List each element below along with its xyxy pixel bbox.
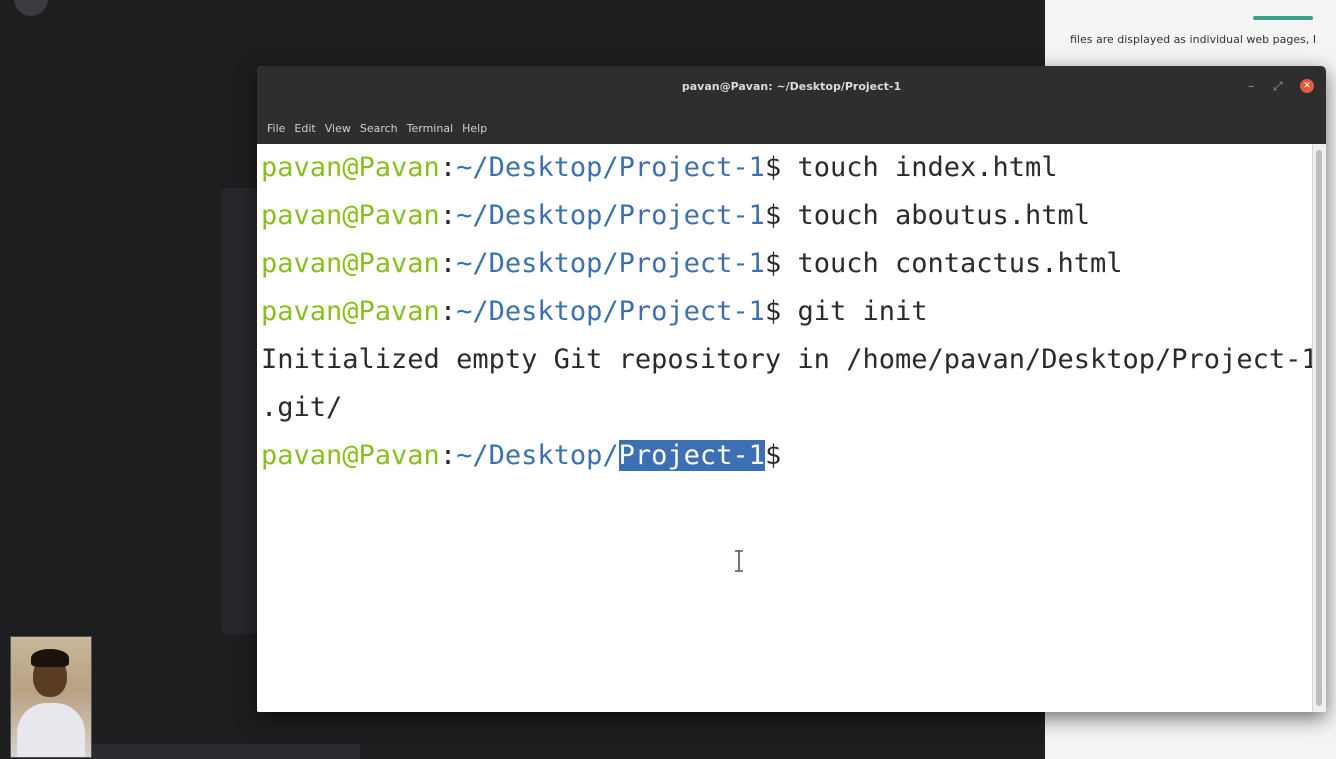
presenter-hair xyxy=(31,649,69,667)
scrollbar-thumb[interactable] xyxy=(1316,150,1322,706)
prompt-user: pavan@Pavan xyxy=(261,296,440,327)
menu-help[interactable]: Help xyxy=(462,122,487,135)
scrollbar[interactable] xyxy=(1312,144,1326,712)
prompt-symbol: $ xyxy=(764,296,782,327)
background-strip xyxy=(90,744,360,759)
terminal-window[interactable]: pavan@Pavan: ~/Desktop/Project-1 – ⤢ ✕ F… xyxy=(257,66,1326,712)
prompt-user: pavan@Pavan xyxy=(261,152,440,183)
prompt-separator: : xyxy=(439,440,457,471)
menu-bar: File Edit View Search Terminal Help xyxy=(257,110,1326,144)
prompt-path-prefix: ~/Desktop/ xyxy=(456,440,619,471)
prompt-separator: : xyxy=(439,248,457,279)
terminal-titlebar[interactable]: pavan@Pavan: ~/Desktop/Project-1 – ⤢ ✕ xyxy=(257,66,1326,110)
prompt-separator: : xyxy=(439,152,457,183)
prompt-separator: : xyxy=(439,296,457,327)
accent-line xyxy=(1253,16,1313,20)
menu-search[interactable]: Search xyxy=(360,122,398,135)
presenter-webcam xyxy=(10,636,92,758)
prompt-user: pavan@Pavan xyxy=(261,248,440,279)
command-text: touch aboutus.html xyxy=(781,200,1091,231)
current-prompt-line: pavan@Pavan:~/Desktop/Project-1$ xyxy=(261,432,1312,480)
selected-text[interactable]: Project-1 xyxy=(618,440,765,471)
prompt-path: ~/Desktop/Project-1 xyxy=(456,248,765,279)
terminal-line: pavan@Pavan:~/Desktop/Project-1$ touch c… xyxy=(261,240,1312,288)
prompt-symbol: $ xyxy=(764,152,782,183)
minimize-icon[interactable]: – xyxy=(1248,80,1254,92)
prompt-symbol: $ xyxy=(764,248,782,279)
menu-terminal[interactable]: Terminal xyxy=(407,122,454,135)
prompt-separator: : xyxy=(439,200,457,231)
command-text: touch index.html xyxy=(781,152,1058,183)
web-page-text: files are displayed as individual web pa… xyxy=(1070,33,1317,46)
prompt-user: pavan@Pavan xyxy=(261,440,440,471)
text-cursor-icon xyxy=(735,550,743,572)
maximize-icon[interactable]: ⤢ xyxy=(1273,80,1283,92)
prompt-path: ~/Desktop/Project-1 xyxy=(456,296,765,327)
terminal-line: pavan@Pavan:~/Desktop/Project-1$ git ini… xyxy=(261,288,1312,336)
terminal-line: pavan@Pavan:~/Desktop/Project-1$ touch i… xyxy=(261,144,1312,192)
prompt-symbol: $ xyxy=(764,200,782,231)
prompt-symbol: $ xyxy=(764,440,782,471)
terminal-line: pavan@Pavan:~/Desktop/Project-1$ touch a… xyxy=(261,192,1312,240)
terminal-output[interactable]: pavan@Pavan:~/Desktop/Project-1$ touch i… xyxy=(257,144,1326,712)
close-icon[interactable]: ✕ xyxy=(1300,79,1314,93)
prompt-user: pavan@Pavan xyxy=(261,200,440,231)
command-text: touch contactus.html xyxy=(781,248,1123,279)
output-line: Initialized empty Git repository in /hom… xyxy=(261,344,1326,375)
prompt-path: ~/Desktop/Project-1 xyxy=(456,152,765,183)
command-text: git init xyxy=(781,296,928,327)
output-line: .git/ xyxy=(261,392,343,423)
prompt-path: ~/Desktop/Project-1 xyxy=(456,200,765,231)
menu-file[interactable]: File xyxy=(267,122,285,135)
menu-edit[interactable]: Edit xyxy=(294,122,315,135)
presenter-body xyxy=(17,703,85,757)
window-title: pavan@Pavan: ~/Desktop/Project-1 xyxy=(681,80,902,93)
menu-view[interactable]: View xyxy=(325,122,351,135)
